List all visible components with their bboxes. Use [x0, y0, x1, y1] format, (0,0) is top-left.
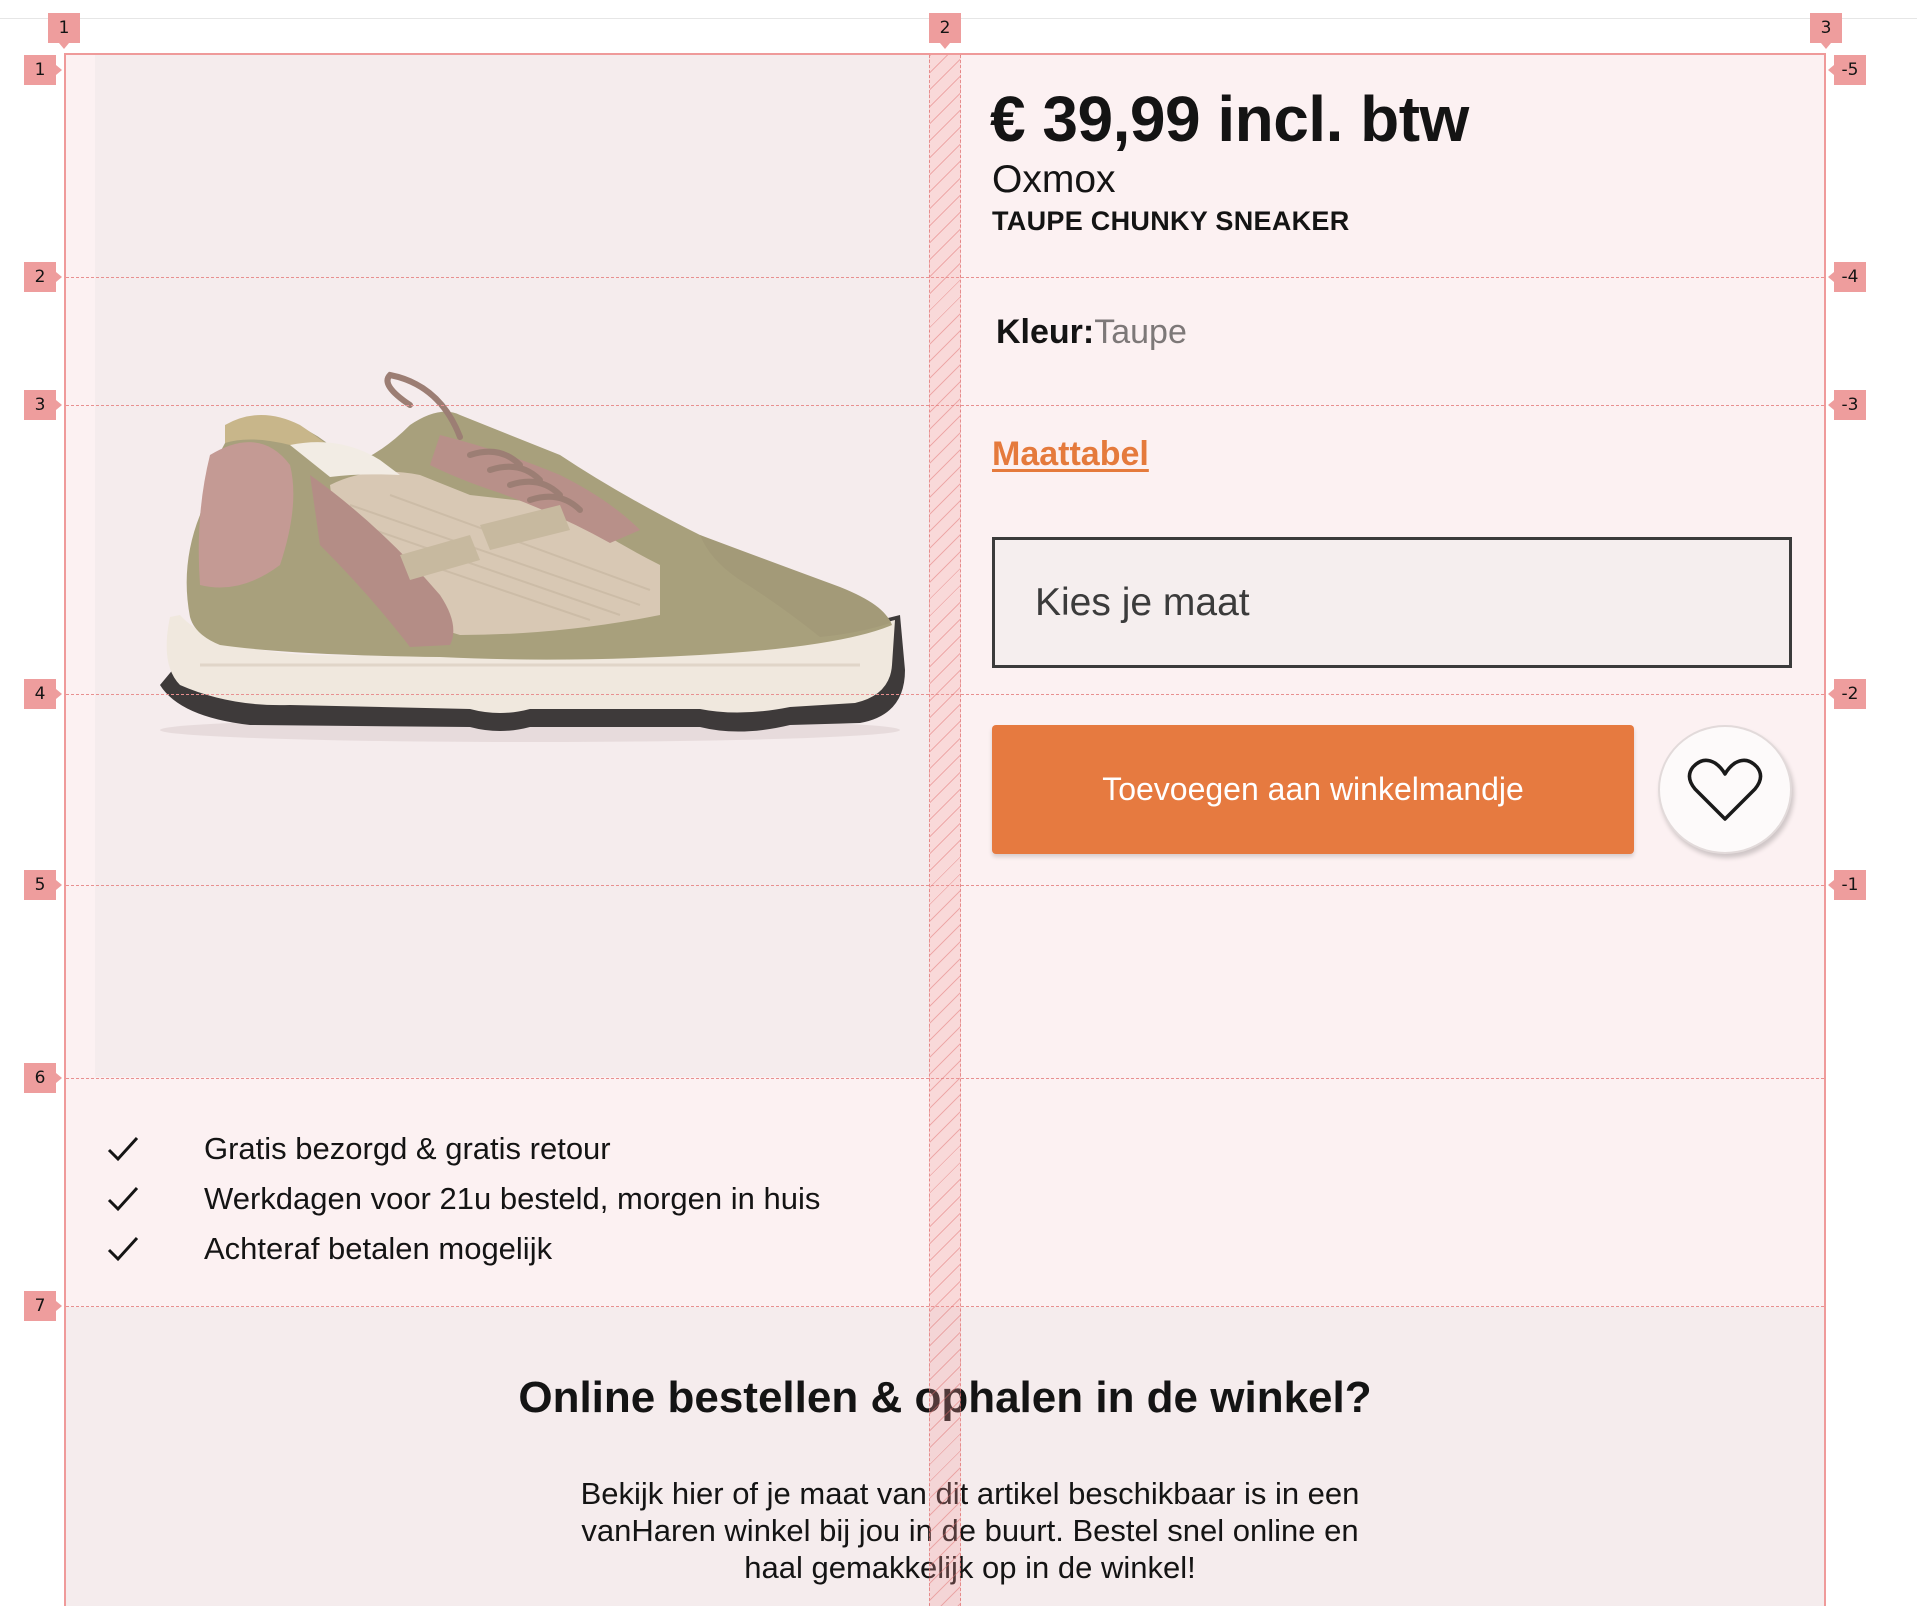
row-marker: 5: [24, 870, 62, 900]
color-label: Kleur:: [996, 313, 1095, 351]
row-marker: 2: [24, 262, 62, 292]
check-icon: [107, 1236, 139, 1262]
add-to-cart-button[interactable]: Toevoegen aan winkelmandje: [992, 725, 1634, 854]
row-marker: -5: [1828, 55, 1866, 85]
heart-icon: [1687, 758, 1763, 821]
grid-row-line: [66, 1306, 1824, 1307]
row-marker: -1: [1828, 870, 1866, 900]
column-marker: 3: [1810, 13, 1842, 49]
product-page: € 39,99 incl. btw Oxmox TAUPE CHUNKY SNE…: [0, 0, 1917, 1606]
product-brand[interactable]: Oxmox: [992, 158, 1116, 202]
column-marker: 2: [929, 13, 961, 49]
pickup-title: Online bestellen & ophalen in de winkel?: [518, 1373, 1372, 1422]
check-icon: [107, 1186, 139, 1212]
usp-text: Werkdagen voor 21u besteld, morgen in hu…: [204, 1181, 821, 1216]
product-price: € 39,99 incl. btw: [990, 83, 1469, 155]
usp-item: Werkdagen voor 21u besteld, morgen in hu…: [106, 1174, 820, 1224]
row-marker: -3: [1828, 390, 1866, 420]
row-marker: 6: [24, 1063, 62, 1093]
grid-row-line: [66, 1078, 1824, 1079]
usp-text: Achteraf betalen mogelijk: [204, 1231, 553, 1266]
row-marker: -4: [1828, 262, 1866, 292]
usp-list: Gratis bezorgd & gratis retour Werkdagen…: [106, 1124, 820, 1274]
size-chart-link[interactable]: Maattabel: [992, 435, 1149, 474]
grid-row-line: [66, 885, 1824, 886]
row-marker: 3: [24, 390, 62, 420]
grid-row-line: [66, 405, 1824, 406]
wishlist-button[interactable]: [1658, 725, 1792, 854]
column-marker: 1: [48, 13, 80, 49]
grid-row-line: [66, 277, 1824, 278]
row-marker: -2: [1828, 679, 1866, 709]
size-select[interactable]: Kies je maat: [992, 537, 1792, 668]
grid-row-line: [66, 694, 1824, 695]
sneaker-image: [160, 371, 905, 742]
pickup-text: Bekijk hier of je maat van dit artikel b…: [580, 1476, 1360, 1585]
row-marker: 4: [24, 679, 62, 709]
row-marker: 7: [24, 1291, 62, 1321]
usp-item: Gratis bezorgd & gratis retour: [106, 1124, 820, 1174]
product-name: TAUPE CHUNKY SNEAKER: [992, 206, 1350, 236]
check-icon: [107, 1136, 139, 1162]
color-value: Taupe: [1094, 313, 1187, 351]
usp-item: Achteraf betalen mogelijk: [106, 1224, 820, 1274]
usp-text: Gratis bezorgd & gratis retour: [204, 1131, 611, 1166]
row-marker: 1: [24, 55, 62, 85]
color-row: Kleur:Taupe: [996, 313, 1187, 352]
